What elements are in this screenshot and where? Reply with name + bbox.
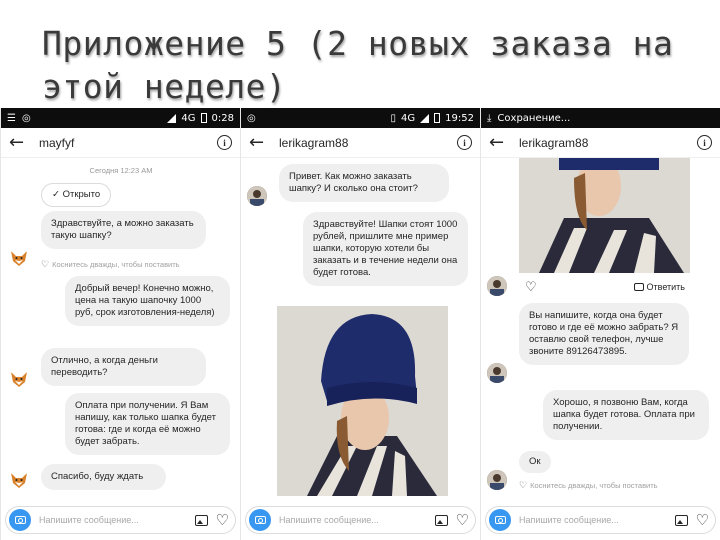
- avatar-user[interactable]: [487, 470, 507, 490]
- gallery-icon[interactable]: [674, 514, 688, 526]
- vibrate-icon: ▯: [390, 112, 397, 124]
- message-bubble[interactable]: Ок: [519, 451, 551, 473]
- gallery-icon[interactable]: [194, 514, 208, 526]
- phone-screenshot-3: ⤓ Сохранение... ← lerikagram88 i ♡ Ответи…: [480, 108, 720, 540]
- phone-screenshot-2: ◎ ▯ 4G 19:52 ← lerikagram88 i Привет. Ка…: [240, 108, 480, 540]
- check-icon: ✓: [52, 189, 63, 200]
- reply-label: Ответить: [646, 281, 685, 292]
- avatar-fox[interactable]: [9, 248, 29, 268]
- phone-screenshot-1: ☰ ◎ 4G 0:28 ← mayfyf i Сегодня 12:23 AM ✓…: [0, 108, 240, 540]
- instagram-icon: ◎: [247, 112, 256, 124]
- battery-icon: [434, 113, 441, 123]
- chat-username[interactable]: lerikagram88: [519, 136, 697, 150]
- chat-username[interactable]: lerikagram88: [279, 136, 457, 150]
- message-input[interactable]: Напишите сообщение...: [39, 515, 195, 525]
- back-arrow-icon[interactable]: ←: [9, 132, 31, 153]
- heart-icon[interactable]: ♡: [525, 280, 537, 293]
- heart-outline-icon: ♡: [41, 259, 50, 269]
- download-icon: ⤓: [487, 112, 492, 124]
- avatar-fox[interactable]: [9, 470, 29, 490]
- camera-icon: [633, 282, 644, 291]
- chat-username[interactable]: mayfyf: [39, 136, 217, 150]
- message-bubble[interactable]: Здравствуйте, а можно заказать такую шап…: [41, 211, 206, 249]
- status-bar: ◎ ▯ 4G 19:52: [241, 108, 480, 128]
- camera-icon: [14, 516, 26, 524]
- chat-header: ← lerikagram88 i: [241, 128, 480, 158]
- double-tap-hint: ♡ Коснитесь дважды, чтобы поставить: [41, 259, 180, 270]
- double-tap-hint: ♡ Коснитесь дважды, чтобы поставить: [519, 480, 658, 491]
- message-bubble-own[interactable]: Здравствуйте! Шапки стоят 1000 рублей, п…: [303, 212, 468, 286]
- message-input[interactable]: Напишите сообщение...: [279, 515, 435, 525]
- chat-header: ← lerikagram88 i: [481, 128, 720, 158]
- reply-button[interactable]: Ответить: [633, 281, 685, 292]
- gallery-icon[interactable]: [434, 514, 448, 526]
- message-bubble[interactable]: Спасибо, буду ждать: [41, 464, 166, 490]
- message-input[interactable]: Напишите сообщение...: [519, 515, 675, 525]
- status-bar: ⤓ Сохранение...: [481, 108, 720, 128]
- network-label: 4G: [401, 112, 416, 124]
- info-icon[interactable]: i: [217, 135, 232, 150]
- message-composer[interactable]: Напишите сообщение... ♡: [5, 506, 236, 534]
- instagram-icon: ◎: [21, 112, 31, 124]
- clock: 19:52: [445, 112, 474, 124]
- message-composer[interactable]: Напишите сообщение... ♡: [245, 506, 476, 534]
- message-bubble[interactable]: Отлично, а когда деньги переводить?: [41, 348, 206, 386]
- network-label: 4G: [181, 112, 196, 124]
- camera-button[interactable]: [489, 509, 511, 531]
- heart-icon[interactable]: ♡: [456, 512, 469, 528]
- message-composer[interactable]: Напишите сообщение... ♡: [485, 506, 716, 534]
- heart-icon[interactable]: ♡: [696, 512, 709, 528]
- camera-button[interactable]: [9, 509, 31, 531]
- avatar-user[interactable]: [487, 363, 507, 383]
- avatar-user[interactable]: [487, 276, 507, 296]
- info-icon[interactable]: i: [697, 135, 712, 150]
- hint-text: Коснитесь дважды, чтобы поставить: [52, 260, 180, 269]
- opened-chip[interactable]: ✓ Открыто: [41, 183, 112, 207]
- clock: 0:28: [211, 112, 234, 124]
- status-text: Сохранение...: [497, 112, 571, 124]
- hat-photo[interactable]: [277, 306, 448, 496]
- avatar-user[interactable]: [247, 186, 267, 206]
- chat-header: ← mayfyf i: [1, 128, 240, 158]
- message-timestamp: Сегодня 12:23 AM: [89, 166, 153, 175]
- info-icon[interactable]: i: [457, 135, 472, 150]
- slide-title: Приложение 5 (2 новых заказа на этой нед…: [42, 24, 674, 106]
- app-icon: ☰: [7, 112, 16, 124]
- status-bar: ☰ ◎ 4G 0:28: [1, 108, 240, 128]
- heart-outline-icon: ♡: [519, 480, 528, 490]
- heart-icon[interactable]: ♡: [216, 512, 229, 528]
- photo-actions: ♡ Ответить: [525, 280, 685, 293]
- message-bubble-own[interactable]: Оплата при получении. Я Вам напишу, как …: [65, 393, 230, 455]
- camera-button[interactable]: [249, 509, 271, 531]
- back-arrow-icon[interactable]: ←: [489, 132, 511, 153]
- message-bubble[interactable]: Вы напишите, когда она будет готово и гд…: [519, 303, 689, 365]
- back-arrow-icon[interactable]: ←: [249, 132, 271, 153]
- hat-photo-shared[interactable]: [519, 158, 690, 273]
- signal-icon: [420, 113, 430, 123]
- camera-icon: [254, 516, 266, 524]
- message-bubble[interactable]: Привет. Как можно заказать шапку? И скол…: [279, 164, 449, 202]
- battery-icon: [200, 113, 207, 123]
- avatar-fox[interactable]: [9, 369, 29, 389]
- signal-icon: [167, 113, 177, 123]
- message-bubble-own[interactable]: Хорошо, я позвоню Вам, когда шапка будет…: [543, 390, 709, 440]
- hint-text: Коснитесь дважды, чтобы поставить: [530, 481, 658, 490]
- message-bubble-own[interactable]: Добрый вечер! Конечно можно, цена на так…: [65, 276, 230, 326]
- opened-label: Открыто: [62, 189, 101, 200]
- camera-icon: [494, 516, 506, 524]
